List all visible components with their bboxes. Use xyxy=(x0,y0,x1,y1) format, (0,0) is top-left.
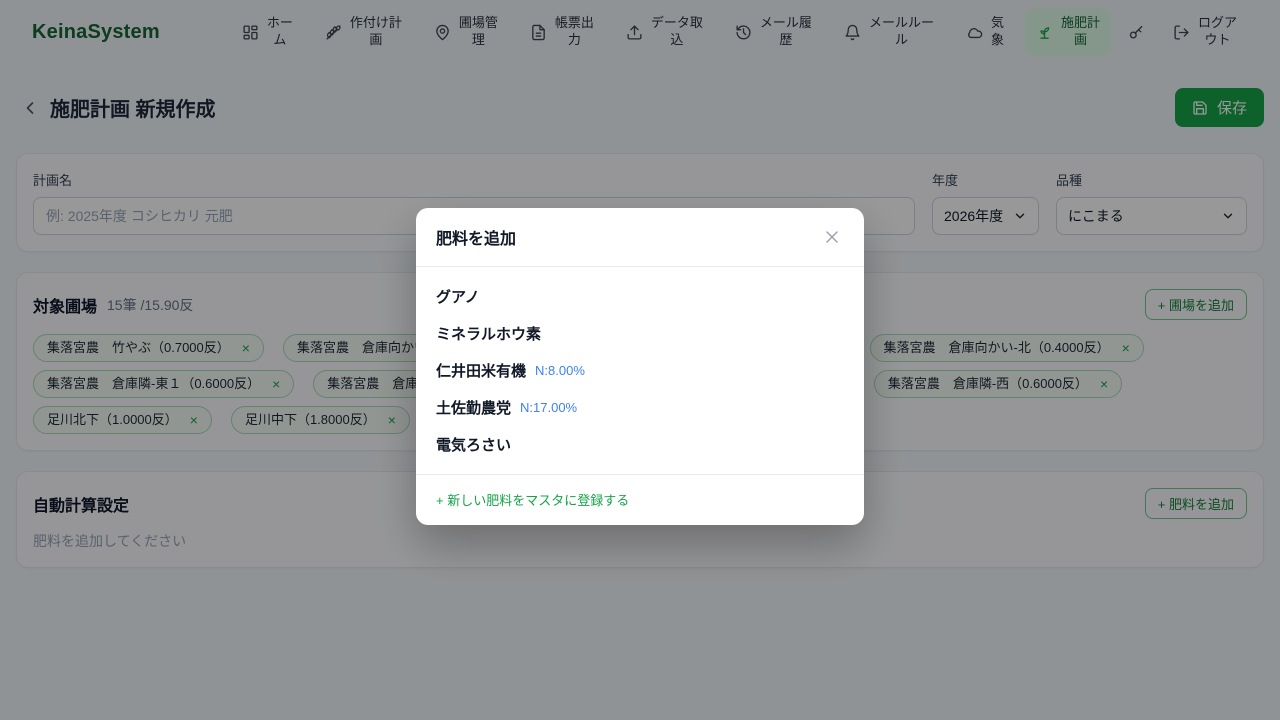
fertilizer-nitrogen: N:8.00% xyxy=(535,363,585,378)
fertilizer-list: グアノ ミネラルホウ素 仁井田米有機 N:8.00% 土佐勤農党 N:17.00… xyxy=(416,267,864,474)
fertilizer-name: 仁井田米有機 xyxy=(436,360,526,381)
fertilizer-list-item[interactable]: ミネラルホウ素 xyxy=(416,315,864,352)
modal-header: 肥料を追加 xyxy=(416,208,864,267)
fertilizer-name: 電気ろさい xyxy=(436,434,511,455)
register-new-fertilizer-link[interactable]: + 新しい肥料をマスタに登録する xyxy=(436,493,629,508)
modal-title: 肥料を追加 xyxy=(436,225,516,249)
fertilizer-list-item[interactable]: 仁井田米有機 N:8.00% xyxy=(416,352,864,389)
add-fertilizer-modal: 肥料を追加 グアノ ミネラルホウ素 仁井田米有機 N:8.00% 土佐勤農党 N… xyxy=(416,208,864,525)
fertilizer-name: 土佐勤農党 xyxy=(436,397,511,418)
fertilizer-name: ミネラルホウ素 xyxy=(436,323,541,344)
fertilizer-list-item[interactable]: 電気ろさい xyxy=(416,426,864,463)
close-icon[interactable] xyxy=(822,227,842,247)
fertilizer-nitrogen: N:17.00% xyxy=(520,400,577,415)
modal-footer: + 新しい肥料をマスタに登録する xyxy=(416,474,864,525)
fertilizer-list-item[interactable]: グアノ xyxy=(416,278,864,315)
fertilizer-list-item[interactable]: 土佐勤農党 N:17.00% xyxy=(416,389,864,426)
fertilizer-name: グアノ xyxy=(436,286,480,307)
